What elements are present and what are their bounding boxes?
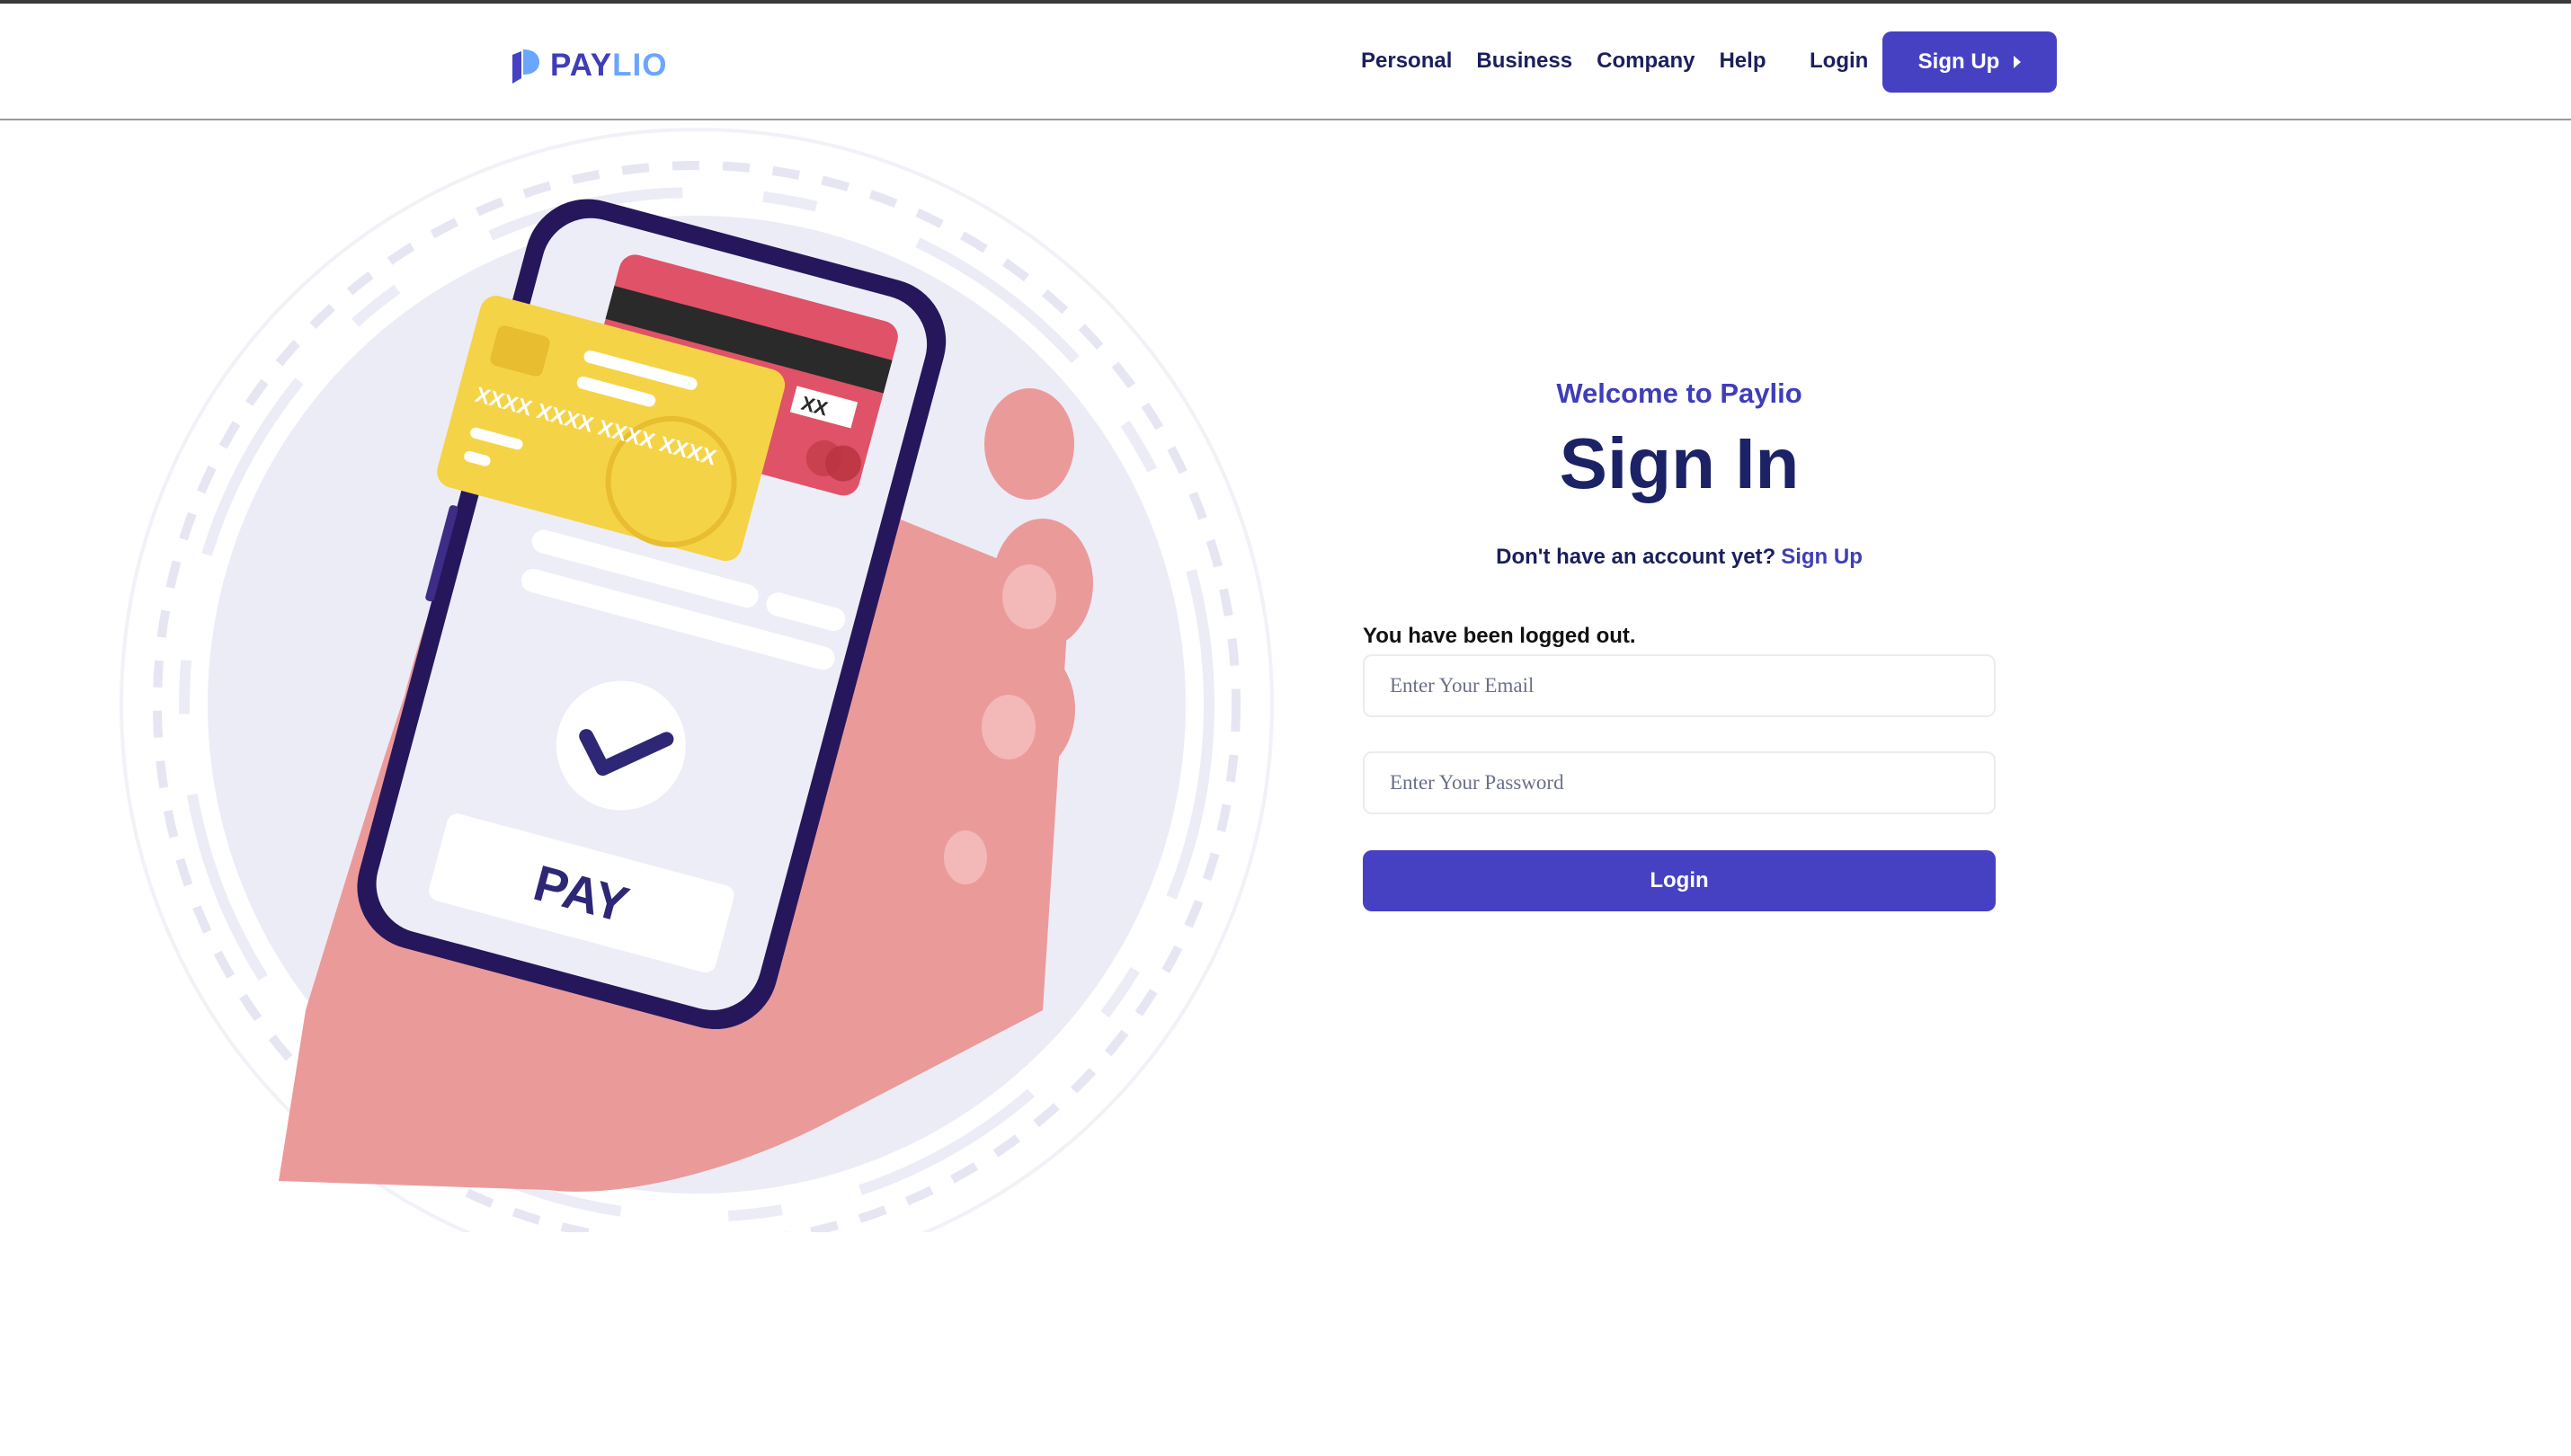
nav-item-business[interactable]: Business: [1476, 49, 1572, 74]
email-field[interactable]: [1363, 654, 1996, 717]
header-signup-button[interactable]: Sign Up: [1882, 31, 2057, 93]
payment-illustration: PAY XX XXXX XXXX XXXX XXXX: [120, 128, 1274, 1232]
nav-login-link[interactable]: Login: [1810, 49, 1868, 74]
main-nav: Personal Business Company Help: [1361, 49, 1790, 74]
status-message: You have been logged out.: [1363, 624, 1636, 648]
nav-item-help[interactable]: Help: [1719, 49, 1766, 74]
no-account-line: Don't have an account yet? Sign Up: [1363, 545, 1996, 570]
header-signup-label: Sign Up: [1917, 49, 2000, 74]
logo-text-lio: LIO: [612, 48, 668, 83]
page-title: Sign In: [1559, 423, 1800, 503]
paylio-logo-icon: [512, 49, 539, 84]
welcome-heading: Welcome to Paylio: [1556, 377, 1802, 409]
logo[interactable]: PAYLIO: [509, 47, 667, 84]
logo-text-pay: PAY: [550, 48, 613, 83]
logo-text: PAYLIO: [550, 48, 667, 84]
nav-item-company[interactable]: Company: [1597, 49, 1695, 74]
signin-panel: Welcome to Paylio Sign In Don't have an …: [1363, 377, 1996, 911]
password-field[interactable]: [1363, 751, 1996, 814]
signup-link[interactable]: Sign Up: [1781, 545, 1863, 569]
caret-right-icon: [2014, 56, 2022, 68]
no-account-text: Don't have an account yet?: [1496, 545, 1776, 569]
nav-item-personal[interactable]: Personal: [1361, 49, 1452, 74]
site-header: PAYLIO Personal Business Company Help Lo…: [0, 4, 2571, 120]
login-button[interactable]: Login: [1363, 850, 1996, 911]
